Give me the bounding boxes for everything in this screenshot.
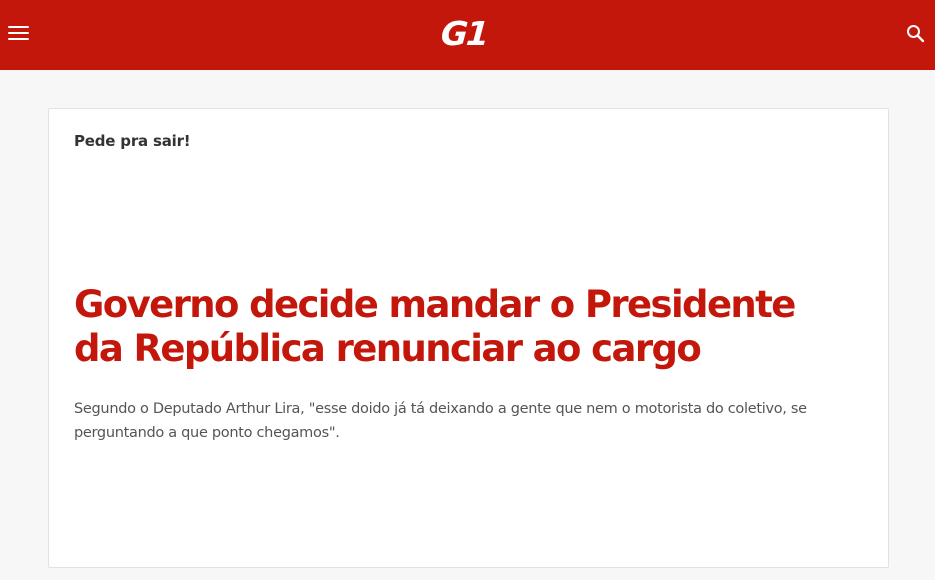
article-card: Pede pra sair! Governo decide mandar o P… — [48, 108, 889, 568]
article-summary: Segundo o Deputado Arthur Lira, "esse do… — [74, 401, 807, 441]
article-headline[interactable]: Governo decide mandar o Presidente da Re… — [74, 283, 834, 371]
g1-logo[interactable]: G1 — [440, 14, 489, 53]
article-kicker: Pede pra sair! — [74, 132, 191, 150]
top-navigation-bar: G1 — [0, 0, 935, 70]
search-icon[interactable] — [906, 24, 926, 44]
hamburger-menu-icon[interactable] — [8, 24, 30, 42]
menu-line — [8, 26, 29, 28]
menu-line — [8, 38, 29, 40]
menu-line — [8, 32, 29, 34]
search-icon-graphic — [907, 25, 925, 43]
